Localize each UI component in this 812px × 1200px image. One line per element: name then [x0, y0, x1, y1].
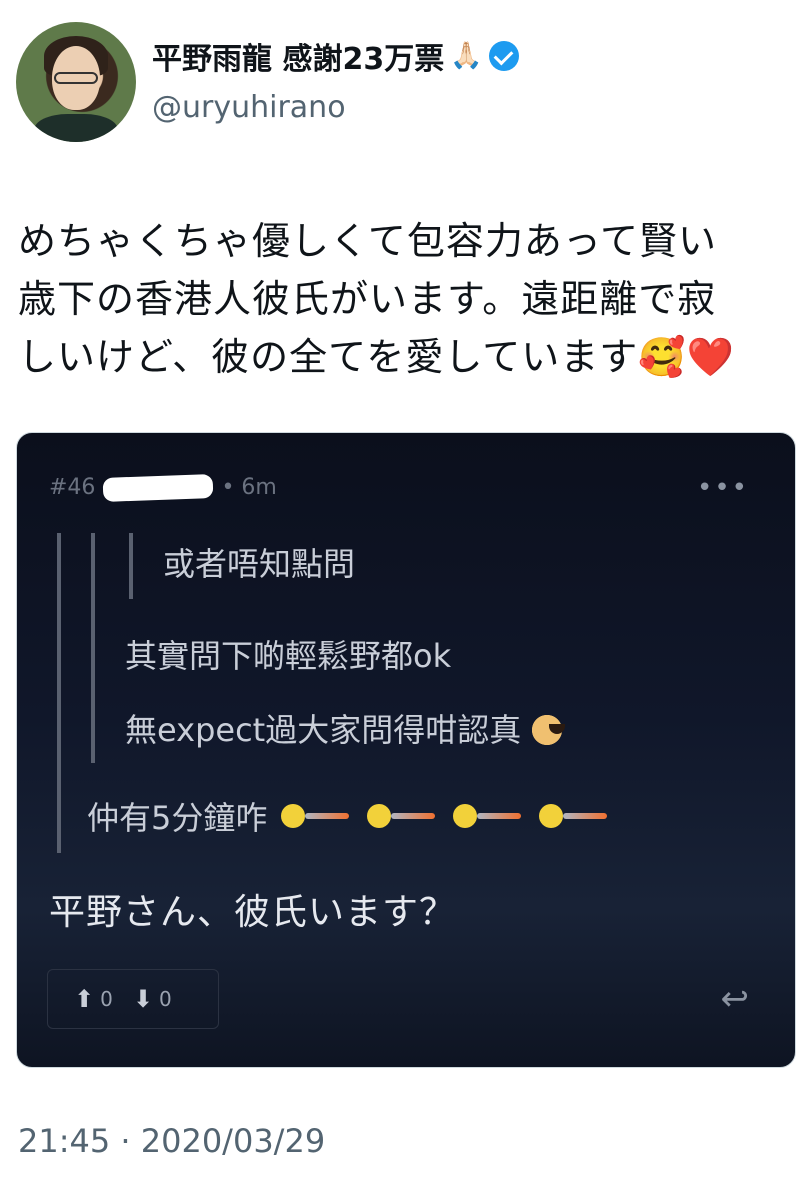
- upvote-icon: ⬆: [74, 985, 95, 1013]
- quoted-text-level3: 或者唔知點問: [163, 545, 356, 583]
- tweet-line: めちゃくちゃ優しくて包容力あって賢い: [18, 219, 717, 263]
- quoted-text-line: 仲有5分鐘咋: [87, 799, 268, 837]
- verified-badge-icon: [488, 41, 519, 71]
- user-handle[interactable]: @uryuhirano: [152, 90, 346, 125]
- downvote-icon: ⬇: [132, 985, 153, 1013]
- downvote-count: 0: [158, 987, 172, 1011]
- quoted-text-level2: 無expect過大家問得咁認真: [125, 705, 578, 751]
- avatar-shirt: [34, 114, 118, 142]
- tweet-line: 歳下の香港人彼氏がいます。遠距離で寂: [18, 277, 717, 321]
- redacted-username: [103, 473, 214, 502]
- post-number: #46: [49, 475, 96, 500]
- rocket-sticker-icon: [453, 800, 525, 832]
- quoted-text-level2: 其實問下啲輕鬆野都ok: [125, 637, 452, 675]
- quote-bar: [91, 533, 95, 763]
- rocket-sticker-icon: [281, 800, 353, 832]
- quote-bar: [57, 533, 61, 853]
- dog-sticker-icon: [527, 708, 578, 748]
- avatar[interactable]: [16, 22, 136, 142]
- reply-text: 平野さん、彼氏います？: [49, 892, 457, 933]
- tweet-header: 平野雨龍 感謝23万票 🙏🏻 @uryuhirano: [16, 22, 796, 152]
- display-name[interactable]: 平野雨龍 感謝23万票: [152, 34, 444, 78]
- quoted-text-line: 無expect過大家問得咁認真: [125, 711, 522, 749]
- upvote-count: 0: [100, 987, 113, 1011]
- more-options-icon: •••: [696, 473, 749, 503]
- quote-bar: [129, 533, 133, 599]
- tweet-text: めちゃくちゃ優しくて包容力あって賢い 歳下の香港人彼氏がいます。遠距離で寂 しい…: [18, 212, 798, 386]
- attached-screenshot[interactable]: #46 • 6m ••• 或者唔知點問 其實問下啲輕鬆野都ok 無expect過…: [16, 432, 796, 1068]
- quoted-text-level1: 仲有5分鐘咋: [87, 793, 611, 839]
- rocket-sticker-icon: [539, 800, 611, 832]
- upvote-button[interactable]: ⬆ 0: [74, 985, 113, 1013]
- vote-box: ⬆ 0 ⬇ 0: [47, 969, 219, 1029]
- avatar-glasses: [54, 72, 98, 84]
- pray-emoji-icon: 🙏🏻: [450, 41, 483, 71]
- tweet-line: しいけど、彼の全てを愛しています🥰❤️: [18, 335, 735, 379]
- reply-icon[interactable]: ↩: [721, 979, 750, 1019]
- downvote-button[interactable]: ⬇ 0: [133, 985, 172, 1013]
- tweet-timestamp[interactable]: 21:45 · 2020/03/29: [18, 1122, 325, 1160]
- name-row: 平野雨龍 感謝23万票 🙏🏻: [152, 34, 519, 78]
- post-meta: #46 • 6m: [49, 473, 277, 502]
- rocket-sticker-icon: [367, 800, 439, 832]
- post-age: • 6m: [221, 475, 277, 500]
